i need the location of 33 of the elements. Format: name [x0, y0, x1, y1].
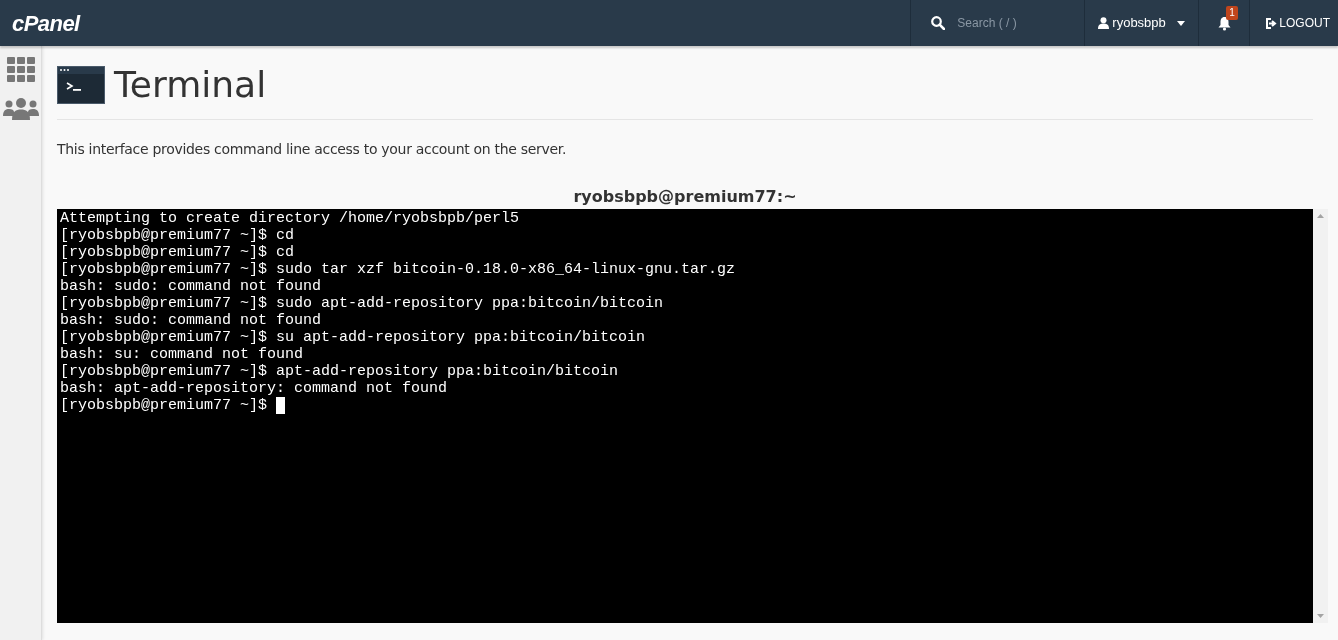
notifications-button[interactable]: 1 [1198, 0, 1250, 46]
page-title: Terminal [114, 63, 267, 107]
terminal-screen[interactable] [57, 209, 1313, 623]
terminal-line: [ryobsbpb@premium77 ~]$ sudo apt-add-repository ppa:bitcoin/bitcoin [60, 295, 664, 312]
logout-button[interactable]: LOGOUT [1249, 0, 1338, 46]
logout-icon [1265, 17, 1278, 29]
scroll-down-icon[interactable] [1317, 614, 1324, 618]
notification-count: 1 [1226, 6, 1238, 20]
terminal-line: bash: sudo: command not found [60, 278, 322, 295]
terminal-line: [ryobsbpb@premium77 ~]$ [60, 397, 269, 414]
bell-icon [1216, 15, 1232, 31]
terminal-title: ryobsbpb@premium77:~ [572, 187, 798, 207]
page-description: This interface provides command line access to your account on the server. [57, 140, 568, 159]
search-field[interactable]: Search ( / ) [957, 14, 1058, 32]
users-icon[interactable] [2, 98, 39, 120]
search-icon [931, 16, 946, 30]
scroll-up-icon[interactable] [1317, 214, 1324, 218]
terminal-line: [ryobsbpb@premium77 ~]$ cd [60, 244, 295, 261]
user-menu[interactable]: ryobsbpb [1084, 0, 1199, 46]
grid-icon[interactable] [6, 57, 35, 82]
terminal-icon [57, 66, 105, 104]
terminal-line: [ryobsbpb@premium77 ~]$ su apt-add-repository ppa:bitcoin/bitcoin [60, 329, 646, 346]
caret-icon [1177, 20, 1186, 26]
terminal-line: Attempting to create directory /home/ryobsbpb/perl5 [60, 210, 520, 227]
terminal-line: bash: apt-add-repository: command not found [60, 380, 448, 397]
scrollbar[interactable] [1313, 209, 1328, 623]
terminal-line: [ryobsbpb@premium77 ~]$ cd [60, 227, 295, 244]
user-icon [1098, 17, 1110, 29]
terminal-line: [ryobsbpb@premium77 ~]$ sudo tar xzf bitcoin-0.18.0-x86_64-linux-gnu.tar.gz [60, 261, 736, 278]
cpanel-logo[interactable]: cPanel [12, 6, 80, 40]
terminal-line: bash: su: command not found [60, 346, 304, 363]
terminal-line: bash: sudo: command not found [60, 312, 322, 329]
terminal-line: [ryobsbpb@premium77 ~]$ apt-add-repository ppa:bitcoin/bitcoin [60, 363, 619, 380]
